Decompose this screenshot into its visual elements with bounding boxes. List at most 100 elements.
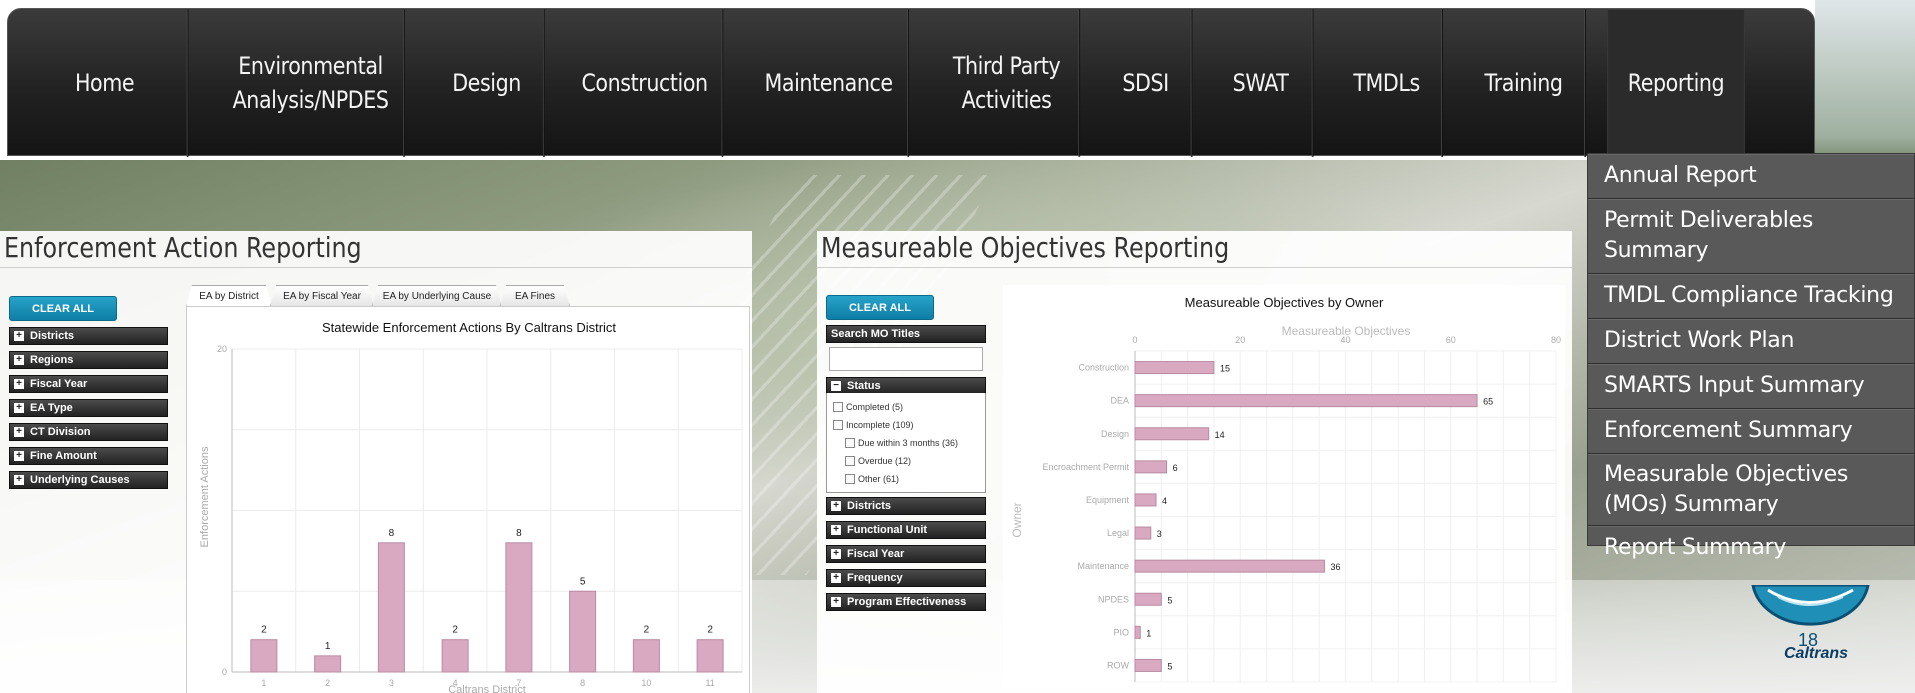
- bar: [1134, 625, 1141, 639]
- x-tick-label: 80: [1551, 335, 1561, 345]
- menu-item-tmdl-compliance-tracking[interactable]: TMDL Compliance Tracking: [1588, 274, 1914, 319]
- data-label: 14: [1215, 430, 1225, 440]
- nav-label-line: Environmental: [238, 52, 383, 80]
- bar: [377, 542, 405, 673]
- data-label: 2: [452, 625, 458, 636]
- menu-item-report-summary[interactable]: Report Summary: [1588, 526, 1914, 570]
- x-tick-label: 60: [1446, 335, 1456, 345]
- facet-districts[interactable]: + Districts: [9, 327, 168, 345]
- facet-frequency[interactable]: + Frequency: [826, 569, 986, 587]
- facet-mo-fiscal-year[interactable]: + Fiscal Year: [826, 545, 986, 563]
- bar: [314, 655, 342, 673]
- bar: [1134, 460, 1168, 474]
- y-tick-label: NPDES: [1098, 594, 1129, 604]
- facet-ct-division[interactable]: + CT Division: [9, 423, 168, 441]
- nav-item-design[interactable]: Design: [429, 9, 545, 157]
- tab-ea-by-district[interactable]: EA by District: [186, 285, 272, 307]
- x-tick-label: 0: [1132, 335, 1137, 345]
- data-label: 2: [644, 625, 650, 636]
- data-label: 6: [1173, 463, 1178, 473]
- x-tick-label: 7: [516, 678, 521, 688]
- facet-underlying-causes[interactable]: + Underlying Causes: [9, 471, 168, 489]
- menu-item-measurable-objectives-summary[interactable]: Measurable Objectives (MOs) Summary: [1588, 454, 1914, 526]
- reporting-dropdown-menu: Annual Report Permit Deliverables Summar…: [1587, 153, 1915, 560]
- expand-icon: +: [14, 475, 24, 485]
- x-tick-label: 20: [1235, 335, 1245, 345]
- y-tick-label: PIO: [1113, 627, 1129, 637]
- clear-all-button[interactable]: CLEAR ALL: [9, 296, 117, 321]
- menu-item-smarts-input-summary[interactable]: SMARTS Input Summary: [1588, 364, 1914, 409]
- nav-item-environmental-analysis[interactable]: Environmental Analysis/NPDES: [217, 9, 405, 157]
- facet-ea-type[interactable]: + EA Type: [9, 399, 168, 417]
- caltrans-logo: 18 Caltrans: [1751, 585, 1870, 662]
- facet-functional-unit[interactable]: + Functional Unit: [826, 521, 986, 539]
- menu-item-permit-deliverables-summary[interactable]: Permit Deliverables Summary: [1588, 199, 1914, 274]
- nav-item-construction[interactable]: Construction: [567, 9, 724, 157]
- menu-item-district-work-plan[interactable]: District Work Plan: [1588, 319, 1914, 364]
- y-tick-label: Equipment: [1086, 495, 1130, 505]
- facet-regions[interactable]: + Regions: [9, 351, 168, 369]
- chart-title: Statewide Enforcement Actions By Caltran…: [322, 320, 616, 335]
- facet-fiscal-year[interactable]: + Fiscal Year: [9, 375, 168, 393]
- y-tick-label: Construction: [1078, 363, 1129, 373]
- search-mo-titles-input[interactable]: [829, 347, 983, 371]
- nav-label-line: Third Party: [952, 52, 1061, 80]
- data-label: 4: [1162, 496, 1167, 506]
- enforcement-action-panel: Enforcement Action Reporting CLEAR ALL +…: [0, 231, 752, 693]
- tab-ea-by-underlying-cause[interactable]: EA by Underlying Cause: [372, 285, 502, 306]
- bar: [1134, 559, 1325, 573]
- expand-icon: +: [14, 403, 24, 413]
- background-sky: [1815, 0, 1915, 170]
- x-tick-label: 11: [705, 678, 714, 688]
- checkbox[interactable]: [833, 420, 843, 430]
- status-option-overdue: Overdue (12): [845, 456, 911, 466]
- bar: [632, 639, 660, 673]
- checkbox[interactable]: [845, 438, 855, 448]
- expand-icon: +: [14, 451, 24, 461]
- divider: [817, 267, 1572, 268]
- nav-item-home[interactable]: Home: [22, 9, 189, 157]
- expand-icon: +: [14, 355, 24, 365]
- bar: [1134, 658, 1162, 672]
- status-option-completed: Completed (5): [833, 402, 903, 412]
- y-tick-label: 0: [222, 667, 227, 677]
- data-label: 1: [1146, 628, 1151, 638]
- menu-item-annual-report[interactable]: Annual Report: [1588, 154, 1914, 199]
- nav-label-line: Analysis/NPDES: [232, 86, 389, 114]
- y-tick-label: Maintenance: [1077, 561, 1129, 571]
- facet-program-effectiveness[interactable]: + Program Effectiveness: [826, 593, 986, 611]
- checkbox[interactable]: [833, 402, 843, 412]
- nav-item-maintenance[interactable]: Maintenance: [749, 9, 909, 157]
- tab-ea-fines[interactable]: EA Fines: [500, 285, 570, 306]
- data-label: 1: [325, 641, 331, 652]
- bar: [1134, 592, 1162, 606]
- bar: [1134, 493, 1157, 507]
- menu-item-enforcement-summary[interactable]: Enforcement Summary: [1588, 409, 1914, 454]
- nav-item-reporting[interactable]: Reporting: [1607, 9, 1745, 157]
- logo-wordmark: Caltrans: [1784, 645, 1848, 662]
- y-axis-label: Owner: [1010, 502, 1024, 537]
- status-options: Completed (5) Incomplete (109) Due withi…: [826, 393, 986, 493]
- nav-item-training[interactable]: Training: [1462, 9, 1586, 157]
- data-label: 65: [1483, 397, 1493, 407]
- checkbox[interactable]: [845, 474, 855, 484]
- facet-fine-amount[interactable]: + Fine Amount: [9, 447, 168, 465]
- data-label: 2: [261, 625, 267, 636]
- nav-item-tmdls[interactable]: TMDLs: [1331, 9, 1443, 157]
- nav-label-line: Activities: [961, 86, 1052, 114]
- facet-mo-districts[interactable]: + Districts: [826, 497, 986, 515]
- nav-item-sdsi[interactable]: SDSI: [1100, 9, 1193, 157]
- data-label: 5: [1167, 661, 1172, 671]
- mo-clear-all-button[interactable]: CLEAR ALL: [826, 295, 934, 320]
- nav-item-third-party-activities[interactable]: Third Party Activities: [934, 9, 1081, 157]
- x-tick-label: 10: [641, 678, 651, 688]
- x-axis-label: Caltrans District: [448, 684, 526, 693]
- panel-title: Enforcement Action Reporting: [4, 231, 362, 264]
- x-tick-label: 8: [580, 678, 585, 688]
- y-axis-label: Enforcement Actions: [199, 446, 211, 547]
- checkbox[interactable]: [845, 456, 855, 466]
- nav-item-swat[interactable]: SWAT: [1209, 9, 1314, 157]
- tab-ea-by-fiscal-year[interactable]: EA by Fiscal Year: [270, 285, 374, 306]
- x-tick-label: 40: [1340, 335, 1350, 345]
- data-label: 15: [1220, 364, 1230, 374]
